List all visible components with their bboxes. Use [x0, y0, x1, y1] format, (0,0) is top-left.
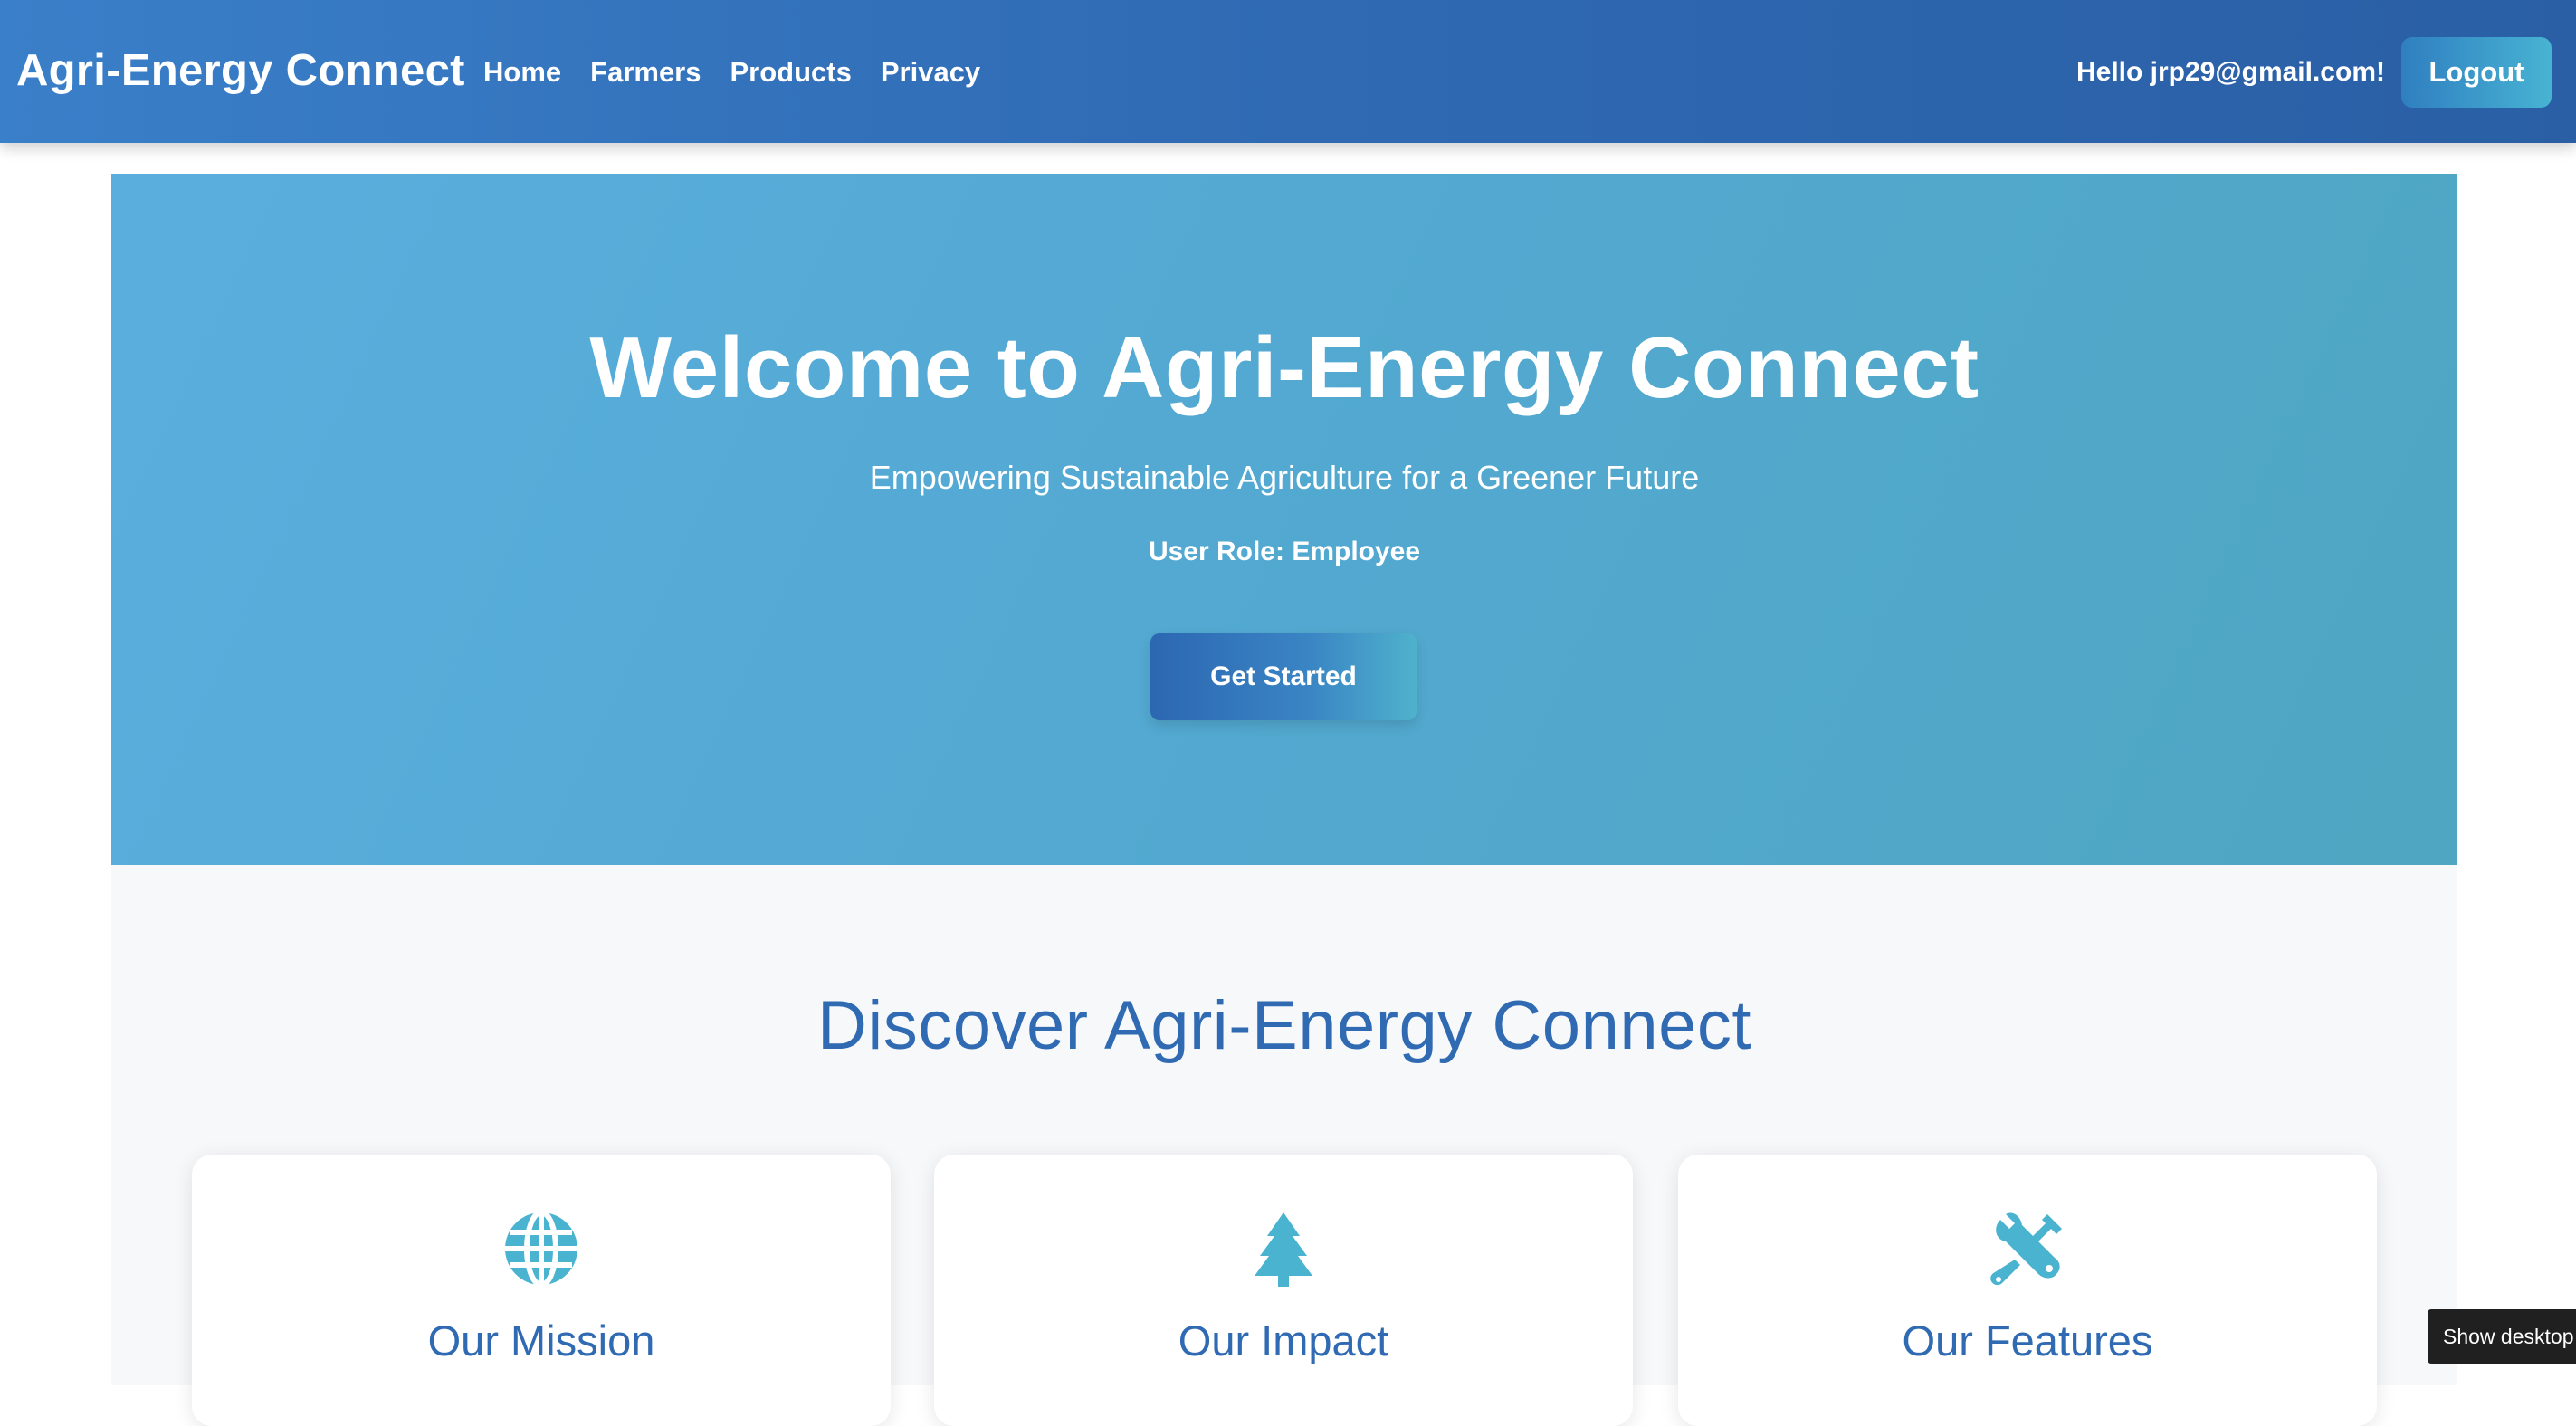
user-role: User Role: Employee — [1148, 537, 1421, 566]
impact-card-title: Our Impact — [1178, 1317, 1389, 1364]
nav-privacy-link[interactable]: Privacy — [881, 56, 980, 89]
mission-card: Our Mission — [192, 1155, 891, 1426]
globe-icon — [501, 1209, 581, 1288]
hero-subtitle: Empowering Sustainable Agriculture for a… — [869, 459, 1700, 496]
show-desktop-tooltip: Show desktop — [2428, 1309, 2576, 1364]
hero-title: Welcome to Agri-Energy Connect — [589, 319, 1980, 416]
hero-section: Welcome to Agri-Energy Connect Empowerin… — [111, 174, 2457, 865]
discover-title: Discover Agri-Energy Connect — [817, 987, 1751, 1064]
nav-products-link[interactable]: Products — [730, 56, 852, 89]
impact-card: Our Impact — [934, 1155, 1633, 1426]
nav-farmers-link[interactable]: Farmers — [590, 56, 701, 89]
tree-icon — [1244, 1209, 1323, 1288]
discover-section: Discover Agri-Energy Connect Our Mission — [111, 865, 2457, 1426]
features-card-title: Our Features — [1902, 1317, 2153, 1364]
mission-card-title: Our Mission — [427, 1317, 655, 1364]
logout-button[interactable]: Logout — [2401, 37, 2552, 108]
nav-home-link[interactable]: Home — [483, 56, 561, 89]
brand-logo[interactable]: Agri-Energy Connect — [16, 45, 465, 96]
nav-links: Home Farmers Products Privacy — [483, 56, 1009, 89]
tools-icon — [1988, 1209, 2067, 1288]
get-started-button[interactable]: Get Started — [1150, 633, 1417, 720]
user-greeting[interactable]: Hello jrp29@gmail.com! — [2076, 57, 2385, 88]
features-card: Our Features — [1678, 1155, 2377, 1426]
navbar: Agri-Energy Connect Home Farmers Product… — [0, 0, 2576, 143]
